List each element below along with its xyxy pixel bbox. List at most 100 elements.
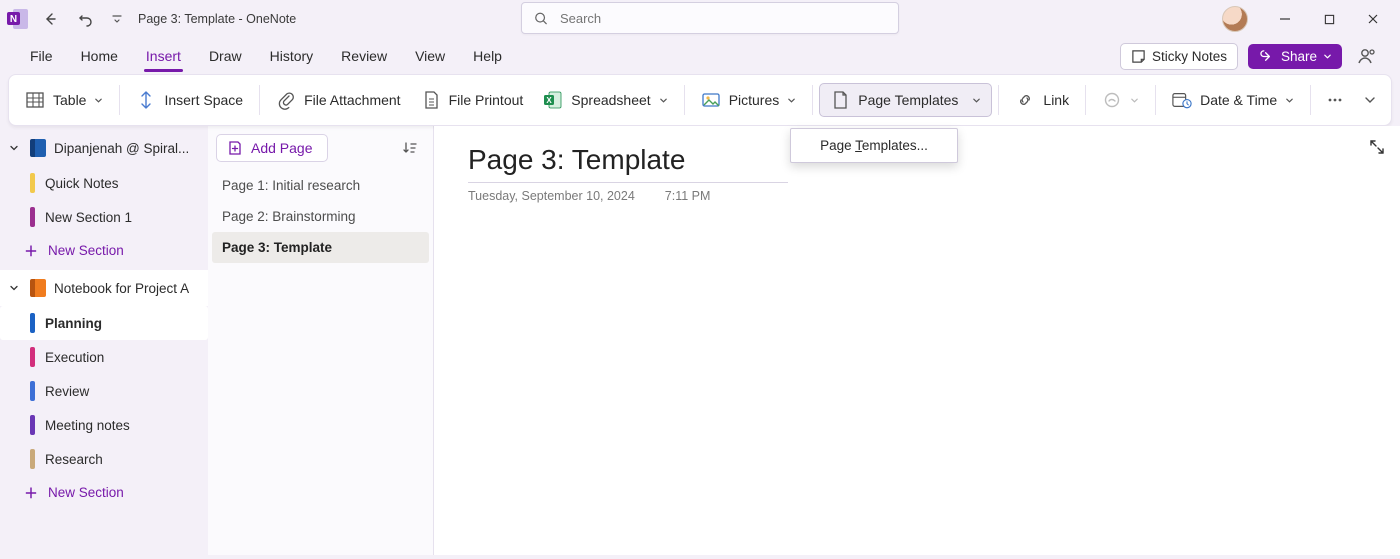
link-icon xyxy=(1015,90,1035,110)
menu-file[interactable]: File xyxy=(16,42,67,70)
fullscreen-button[interactable] xyxy=(1366,136,1388,158)
svg-text:N: N xyxy=(10,14,17,25)
add-page-icon xyxy=(227,140,243,156)
menu-history[interactable]: History xyxy=(256,42,328,70)
ribbon-date-time-button[interactable]: Date & Time xyxy=(1162,84,1304,116)
back-button[interactable] xyxy=(34,3,66,35)
section-row[interactable]: Review xyxy=(0,374,208,408)
section-row[interactable]: Planning xyxy=(0,306,208,340)
ink-icon xyxy=(1102,90,1122,110)
file-printout-icon xyxy=(421,90,441,110)
ribbon-date-time-label: Date & Time xyxy=(1200,92,1277,108)
section-color-chip xyxy=(30,415,35,435)
menu-insert[interactable]: Insert xyxy=(132,42,195,70)
minimize-button[interactable] xyxy=(1264,3,1306,35)
ribbon-file-attachment-button[interactable]: File Attachment xyxy=(266,84,411,116)
plus-icon: ＋ xyxy=(24,485,38,499)
sticky-notes-label: Sticky Notes xyxy=(1152,49,1227,64)
search-box[interactable] xyxy=(521,2,899,34)
chevron-down-icon xyxy=(94,96,103,105)
chevron-down-icon xyxy=(9,283,19,293)
maximize-button[interactable] xyxy=(1308,3,1350,35)
new-section-label: New Section xyxy=(48,485,124,500)
sticky-note-icon xyxy=(1131,49,1146,64)
table-icon xyxy=(25,90,45,110)
expand-icon xyxy=(1368,138,1386,156)
ribbon-insert-space-label: Insert Space xyxy=(164,92,243,108)
chevron-down-icon xyxy=(9,143,19,153)
share-button[interactable]: Share xyxy=(1248,44,1342,69)
menu-home[interactable]: Home xyxy=(67,42,132,70)
ribbon-page-templates-button[interactable]: Page Templates xyxy=(819,83,992,117)
search-input[interactable] xyxy=(558,10,886,27)
expand-toggle[interactable] xyxy=(6,143,22,153)
ribbon-insert-space-button[interactable]: Insert Space xyxy=(126,84,253,116)
section-label: Planning xyxy=(45,316,102,331)
menu-help[interactable]: Help xyxy=(459,42,516,70)
ribbon-file-printout-button[interactable]: File Printout xyxy=(411,84,534,116)
page-list-item[interactable]: Page 3: Template xyxy=(212,232,429,263)
user-avatar[interactable] xyxy=(1222,6,1248,32)
chevron-down-icon xyxy=(972,96,981,105)
section-row[interactable]: Meeting notes xyxy=(0,408,208,442)
page-time: 7:11 PM xyxy=(665,189,711,203)
page-templates-menu-item[interactable]: Page Templates... xyxy=(791,129,957,162)
ribbon-link-button[interactable]: Link xyxy=(1005,84,1079,116)
menu-bar: File Home Insert Draw History Review Vie… xyxy=(0,38,1400,74)
page-list-pane: Add Page Page 1: Initial research Page 2… xyxy=(208,126,434,555)
title-bar: N Page 3: Template - OneNote xyxy=(0,0,1400,38)
share-label: Share xyxy=(1281,49,1317,64)
page-list-item[interactable]: Page 2: Brainstorming xyxy=(208,201,433,232)
insert-space-icon xyxy=(136,90,156,110)
ellipsis-icon xyxy=(1325,90,1345,110)
page-list-item[interactable]: Page 1: Initial research xyxy=(208,170,433,201)
menu-draw[interactable]: Draw xyxy=(195,42,256,70)
new-section-button[interactable]: ＋ New Section xyxy=(0,476,208,508)
sticky-notes-button[interactable]: Sticky Notes xyxy=(1120,43,1238,70)
presence-button[interactable] xyxy=(1350,40,1384,72)
ribbon-table-button[interactable]: Table xyxy=(15,84,113,116)
chevron-down-icon xyxy=(1285,96,1294,105)
section-color-chip xyxy=(30,449,35,469)
ribbon-pictures-button[interactable]: Pictures xyxy=(691,84,807,116)
ribbon-ink-button[interactable] xyxy=(1092,84,1149,116)
add-page-button[interactable]: Add Page xyxy=(216,134,328,162)
expand-toggle[interactable] xyxy=(6,283,22,293)
menu-review[interactable]: Review xyxy=(327,42,401,70)
chevron-down-icon xyxy=(1364,94,1376,106)
section-label: Research xyxy=(45,452,103,467)
ribbon-spreadsheet-label: Spreadsheet xyxy=(571,92,650,108)
svg-text:X: X xyxy=(547,96,553,105)
window-title: Page 3: Template - OneNote xyxy=(138,12,296,26)
notebook-label: Dipanjenah @ Spiral... xyxy=(54,141,200,156)
chevron-down-icon xyxy=(659,96,668,105)
chevron-down-icon xyxy=(787,96,796,105)
excel-icon: X xyxy=(543,90,563,110)
section-label: Execution xyxy=(45,350,104,365)
calendar-clock-icon xyxy=(1172,90,1192,110)
section-row[interactable]: New Section 1 xyxy=(0,200,208,234)
page-canvas[interactable]: Page 3: Template Tuesday, September 10, … xyxy=(434,126,1400,555)
ribbon-link-label: Link xyxy=(1043,92,1069,108)
ribbon-collapse-button[interactable] xyxy=(1359,89,1381,111)
onenote-app-icon: N xyxy=(6,7,30,31)
section-row[interactable]: Execution xyxy=(0,340,208,374)
section-row[interactable]: Quick Notes xyxy=(0,166,208,200)
qat-customize-button[interactable] xyxy=(106,3,128,35)
notebook-row[interactable]: Dipanjenah @ Spiral... xyxy=(0,130,208,166)
page-date: Tuesday, September 10, 2024 xyxy=(468,189,635,203)
page-templates-dropdown: Page Templates... xyxy=(790,128,958,163)
notebook-label: Notebook for Project A xyxy=(54,281,200,296)
ribbon-more-button[interactable] xyxy=(1317,84,1353,116)
undo-button[interactable] xyxy=(70,3,102,35)
menu-view[interactable]: View xyxy=(401,42,459,70)
chevron-down-icon xyxy=(1130,96,1139,105)
section-color-chip xyxy=(30,347,35,367)
close-button[interactable] xyxy=(1352,3,1394,35)
ribbon-spreadsheet-button[interactable]: X Spreadsheet xyxy=(533,84,677,116)
section-color-chip xyxy=(30,381,35,401)
section-row[interactable]: Research xyxy=(0,442,208,476)
sort-pages-button[interactable] xyxy=(397,135,423,161)
new-section-button[interactable]: ＋ New Section xyxy=(0,234,208,266)
notebook-row[interactable]: Notebook for Project A xyxy=(0,270,208,306)
